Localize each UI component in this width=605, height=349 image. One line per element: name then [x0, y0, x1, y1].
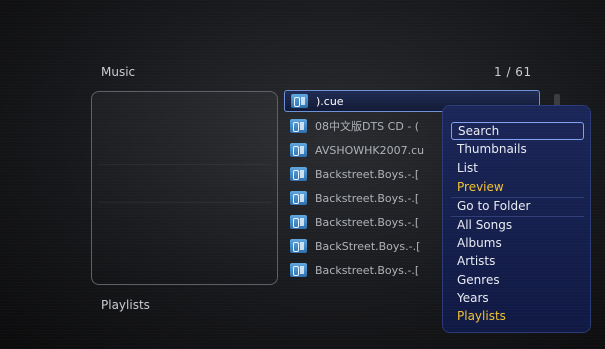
menu-item-years[interactable]: Years — [451, 289, 584, 307]
file-name: ).cue — [316, 94, 344, 108]
menu-item-artists[interactable]: Artists — [451, 252, 584, 270]
music-file-icon — [291, 94, 308, 108]
file-name: Backstreet.Boys.-.[ — [315, 191, 420, 205]
music-file-icon — [290, 119, 307, 133]
music-file-icon — [290, 263, 307, 277]
preview-divider — [98, 164, 271, 165]
media-browser-screen: Music 1 / 61 Playlists ).cue 08中文版DTS CD… — [0, 0, 605, 349]
file-name: AVSHOWHK2007.cu — [315, 143, 425, 157]
menu-item-list[interactable]: List — [451, 159, 584, 177]
menu-item-albums[interactable]: Albums — [451, 234, 584, 252]
preview-divider — [98, 202, 271, 203]
options-menu: Search Thumbnails List Preview Go to Fol… — [443, 106, 590, 332]
menu-item-search[interactable]: Search — [451, 122, 584, 140]
music-file-icon — [290, 143, 307, 157]
file-name: 08中文版DTS CD - ( — [315, 120, 420, 133]
menu-item-all-songs[interactable]: All Songs — [451, 216, 584, 234]
music-file-icon — [290, 191, 307, 205]
menu-item-playlists[interactable]: Playlists — [451, 307, 584, 325]
menu-item-go-to-folder[interactable]: Go to Folder — [451, 197, 584, 215]
menu-item-genres[interactable]: Genres — [451, 271, 584, 289]
file-name: Backstreet.Boys.-.[ — [315, 263, 420, 277]
footer-label: Playlists — [101, 298, 150, 312]
menu-item-preview[interactable]: Preview — [451, 178, 584, 196]
page-title: Music — [101, 65, 136, 79]
item-counter: 1 / 61 — [494, 65, 532, 79]
file-name: BackStreet.Boys.-.[ — [315, 239, 421, 253]
file-name: Backstreet.Boys.-.[ — [315, 215, 420, 229]
music-file-icon — [290, 215, 307, 229]
music-file-icon — [290, 167, 307, 181]
preview-pane — [91, 91, 278, 285]
music-file-icon — [290, 239, 307, 253]
file-name: Backstreet.Boys.-.[ — [315, 167, 420, 181]
menu-item-thumbnails[interactable]: Thumbnails — [451, 140, 584, 158]
